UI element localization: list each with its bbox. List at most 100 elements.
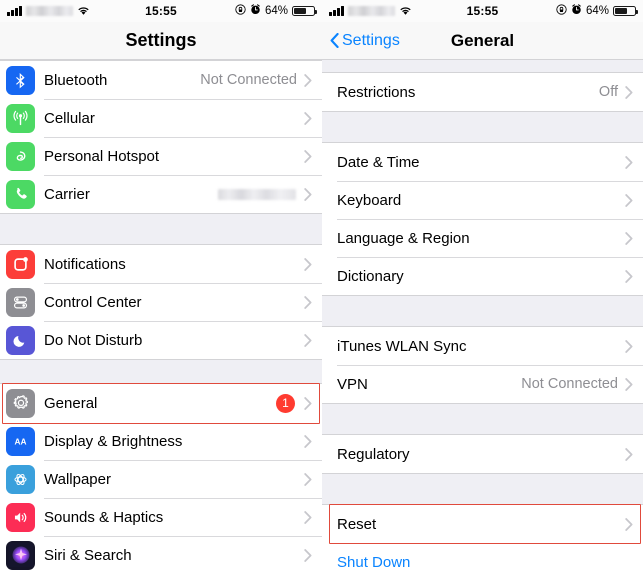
settings-row-value: Not Connected: [521, 376, 618, 392]
rotation-lock-icon: [556, 4, 567, 18]
carrier-name-blurred: [347, 6, 395, 16]
carrier-name-blurred: [25, 6, 73, 16]
settings-group-general: General 1 AA Display & Brightness Wallpa…: [0, 383, 322, 570]
settings-row-restrictions[interactable]: Restrictions Off: [322, 73, 643, 111]
chevron-right-icon: [304, 510, 312, 524]
settings-group-datetime: Date & Time Keyboard Language & Region D…: [322, 142, 643, 296]
settings-group-notifications: Notifications Control Center Do Not Dist…: [0, 244, 322, 360]
settings-row-vpn[interactable]: VPN Not Connected: [322, 365, 643, 403]
settings-row-label: Wallpaper: [44, 470, 111, 488]
settings-row-dictionary[interactable]: Dictionary: [322, 257, 643, 295]
wifi-icon: [399, 6, 412, 16]
battery-percent-label: 64%: [264, 5, 288, 17]
nav-bar-left: Settings: [0, 22, 322, 60]
battery-percent-label: 64%: [585, 5, 609, 17]
svg-text:AA: AA: [15, 436, 27, 446]
settings-row-sounds-haptics[interactable]: Sounds & Haptics: [0, 498, 322, 536]
personal-hotspot-icon: [6, 141, 35, 171]
settings-row-personal-hotspot[interactable]: Personal Hotspot: [0, 137, 322, 175]
settings-row-wallpaper[interactable]: Wallpaper: [0, 460, 322, 498]
settings-row-control-center[interactable]: Control Center: [0, 283, 322, 321]
settings-row-display-brightness[interactable]: AA Display & Brightness: [0, 422, 322, 460]
notifications-icon: [6, 249, 35, 279]
settings-row-label: iTunes WLAN Sync: [337, 337, 467, 355]
settings-row-label: Notifications: [44, 255, 126, 273]
settings-row-value: Not Connected: [200, 72, 297, 88]
settings-list-right[interactable]: Restrictions Off Date & Time Keyboard La…: [322, 60, 643, 570]
settings-row-label: Personal Hotspot: [44, 147, 160, 165]
settings-row-label: Regulatory: [337, 445, 410, 463]
chevron-right-icon: [625, 517, 633, 531]
signal-bars-icon: [329, 6, 344, 16]
chevron-right-icon: [625, 193, 633, 207]
status-bar-left-cluster: [329, 6, 412, 16]
right-phone-screen: 15:55 64% Settings General Restrictions …: [322, 0, 643, 570]
control-center-icon: [6, 287, 35, 317]
notification-badge: 1: [276, 393, 295, 413]
status-bar-left: 15:55 64%: [0, 0, 322, 22]
settings-row-keyboard[interactable]: Keyboard: [322, 181, 643, 219]
settings-row-cellular[interactable]: Cellular: [0, 99, 322, 137]
settings-group-regulatory: Regulatory: [322, 434, 643, 474]
general-gear-icon: [6, 388, 35, 418]
siri-search-icon: [6, 540, 35, 570]
settings-row-do-not-disturb[interactable]: Do Not Disturb: [0, 321, 322, 359]
chevron-right-icon: [304, 187, 312, 201]
chevron-right-icon: [304, 257, 312, 271]
group-separator: [322, 112, 643, 142]
settings-row-value: Off: [598, 84, 618, 100]
chevron-right-icon: [625, 339, 633, 353]
battery-icon: [292, 5, 317, 17]
settings-row-label: Control Center: [44, 293, 142, 311]
settings-row-general[interactable]: General 1: [0, 384, 322, 422]
settings-row-label: Cellular: [44, 109, 95, 127]
chevron-right-icon: [304, 295, 312, 309]
settings-row-label: Bluetooth: [44, 71, 108, 89]
status-bar-left-cluster: [7, 6, 90, 16]
status-bar-right-cluster: 64%: [235, 4, 317, 18]
settings-row-label: Sounds & Haptics: [44, 508, 164, 526]
chevron-right-icon: [304, 472, 312, 486]
settings-group-sync-vpn: iTunes WLAN Sync VPN Not Connected: [322, 326, 643, 404]
carrier-value-blurred: [218, 188, 296, 200]
settings-row-siri-search[interactable]: Siri & Search: [0, 536, 322, 570]
chevron-left-icon: [330, 32, 339, 49]
settings-row-label: Keyboard: [337, 191, 402, 209]
display-brightness-icon: AA: [6, 426, 35, 456]
settings-group-reset-shutdown: Reset Shut Down: [322, 504, 643, 570]
settings-row-shut-down[interactable]: Shut Down: [322, 543, 643, 570]
back-button[interactable]: Settings: [330, 32, 400, 50]
chevron-right-icon: [304, 333, 312, 347]
settings-row-date-time[interactable]: Date & Time: [322, 143, 643, 181]
left-phone-screen: 15:55 64% Settings Bluetooth Not Connect…: [0, 0, 322, 570]
settings-group-restrictions: Restrictions Off: [322, 72, 643, 112]
settings-row-regulatory[interactable]: Regulatory: [322, 435, 643, 473]
signal-bars-icon: [7, 6, 22, 16]
settings-row-label: Do Not Disturb: [44, 331, 143, 349]
settings-row-language-region[interactable]: Language & Region: [322, 219, 643, 257]
chevron-right-icon: [304, 111, 312, 125]
chevron-right-icon: [625, 377, 633, 391]
chevron-right-icon: [304, 149, 312, 163]
wallpaper-icon: [6, 464, 35, 494]
settings-row-bluetooth[interactable]: Bluetooth Not Connected: [0, 61, 322, 99]
settings-row-label: Carrier: [44, 185, 90, 203]
chevron-right-icon: [304, 434, 312, 448]
settings-row-label: Language & Region: [337, 229, 470, 247]
settings-row-label: VPN: [337, 375, 368, 393]
settings-row-reset[interactable]: Reset: [322, 505, 643, 543]
settings-row-carrier[interactable]: Carrier: [0, 175, 322, 213]
do-not-disturb-icon: [6, 325, 35, 355]
group-separator: [322, 60, 643, 72]
chevron-right-icon: [304, 548, 312, 562]
settings-list-left[interactable]: Bluetooth Not Connected Cellular Persona…: [0, 60, 322, 570]
settings-row-itunes-wlan-sync[interactable]: iTunes WLAN Sync: [322, 327, 643, 365]
settings-row-notifications[interactable]: Notifications: [0, 245, 322, 283]
settings-row-label: Dictionary: [337, 267, 404, 285]
alarm-clock-icon: [250, 4, 261, 18]
status-bar-right-cluster: 64%: [556, 4, 638, 18]
chevron-right-icon: [625, 231, 633, 245]
chevron-right-icon: [625, 269, 633, 283]
settings-row-label: Restrictions: [337, 83, 416, 101]
status-bar-right: 15:55 64%: [322, 0, 643, 22]
